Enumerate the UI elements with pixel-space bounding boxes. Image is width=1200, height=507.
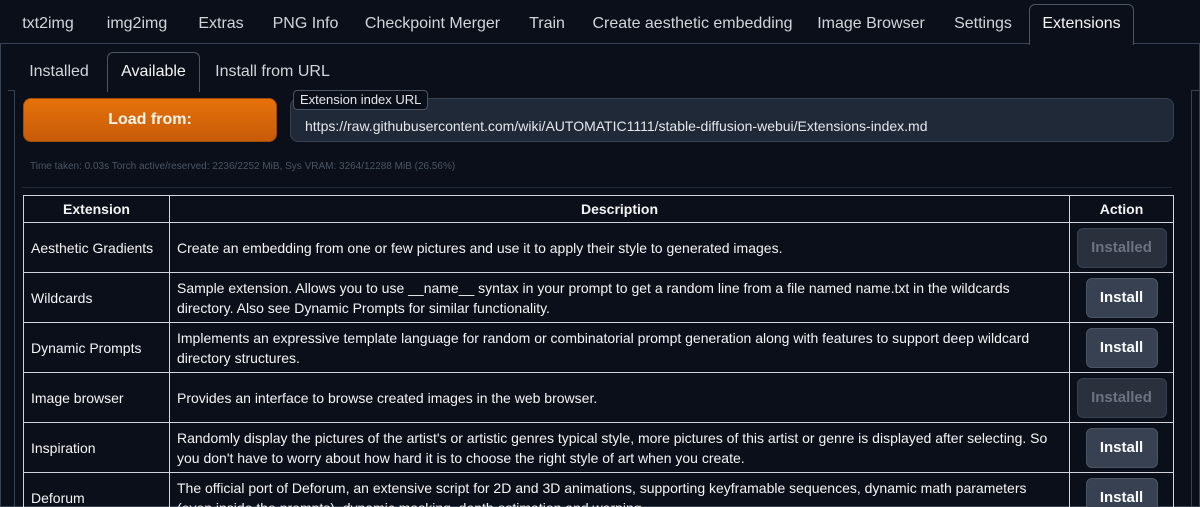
extension-name: Aesthetic Gradients	[23, 222, 170, 273]
tab-install-from-url[interactable]: Install from URL	[201, 52, 344, 91]
extension-description: Implements an expressive template langua…	[169, 322, 1070, 373]
extensions-sub-tab-bar: Installed Available Install from URL	[8, 48, 1200, 92]
column-header-description: Description	[169, 195, 1070, 223]
tab-settings[interactable]: Settings	[938, 4, 1028, 44]
install-button[interactable]: Install	[1085, 327, 1158, 368]
extension-description: Randomly display the pictures of the art…	[169, 422, 1070, 473]
extension-index-url-field: Extension index URL	[290, 90, 1174, 142]
load-from-button[interactable]: Load from:	[23, 98, 277, 142]
action-cell: Installed	[1069, 372, 1174, 423]
column-header-extension: Extension	[23, 195, 170, 223]
table-header-row: Extension Description Action	[23, 195, 1174, 223]
install-button[interactable]: Install	[1085, 477, 1158, 507]
extension-description: Sample extension. Allows you to use __na…	[169, 272, 1070, 323]
action-cell: Installed	[1069, 222, 1174, 273]
tab-available[interactable]: Available	[107, 52, 200, 92]
table-row: Inspiration Randomly display the picture…	[23, 422, 1174, 473]
table-row: Deforum The official port of Deforum, an…	[23, 472, 1174, 507]
installed-button: Installed	[1076, 377, 1167, 418]
table-row: Image browser Provides an interface to b…	[23, 372, 1174, 423]
performance-stats: Time taken: 0.03s Torch active/reserved:…	[30, 161, 456, 172]
tab-extras[interactable]: Extras	[183, 4, 259, 44]
table-row: Aesthetic Gradients Create an embedding …	[23, 222, 1174, 273]
action-cell: Install	[1069, 272, 1174, 323]
extension-description: Create an embedding from one or few pict…	[169, 222, 1070, 273]
extension-index-url-label: Extension index URL	[293, 90, 429, 110]
extension-name: Deforum	[23, 472, 170, 507]
table-row: Dynamic Prompts Implements an expressive…	[23, 322, 1174, 373]
table-row: Wildcards Sample extension. Allows you t…	[23, 272, 1174, 323]
installed-button: Installed	[1076, 227, 1167, 268]
tab-installed[interactable]: Installed	[12, 52, 106, 91]
extension-name: Inspiration	[23, 422, 170, 473]
extension-name: Dynamic Prompts	[23, 322, 170, 373]
column-header-action: Action	[1069, 195, 1174, 223]
divider	[22, 187, 1172, 188]
install-button[interactable]: Install	[1085, 427, 1158, 468]
action-cell: Install	[1069, 322, 1174, 373]
tab-checkpoint-merger[interactable]: Checkpoint Merger	[352, 4, 513, 44]
top-tab-bar: txt2img img2img Extras PNG Info Checkpoi…	[0, 0, 1200, 45]
tab-image-browser[interactable]: Image Browser	[804, 4, 938, 44]
action-cell: Install	[1069, 422, 1174, 473]
action-cell: Install	[1069, 472, 1174, 507]
extension-name: Image browser	[23, 372, 170, 423]
extension-description: Provides an interface to browse created …	[169, 372, 1070, 423]
extension-description: The official port of Deforum, an extensi…	[169, 472, 1070, 507]
tab-img2img[interactable]: img2img	[91, 4, 183, 44]
tab-train[interactable]: Train	[513, 4, 581, 44]
install-button[interactable]: Install	[1085, 277, 1158, 318]
tab-extensions[interactable]: Extensions	[1029, 4, 1134, 45]
extension-name: Wildcards	[23, 272, 170, 323]
tab-txt2img[interactable]: txt2img	[5, 4, 91, 44]
tab-create-aesthetic-embedding[interactable]: Create aesthetic embedding	[581, 4, 804, 44]
extensions-table: Extension Description Action Aesthetic G…	[23, 195, 1174, 507]
tab-png-info[interactable]: PNG Info	[259, 4, 352, 44]
